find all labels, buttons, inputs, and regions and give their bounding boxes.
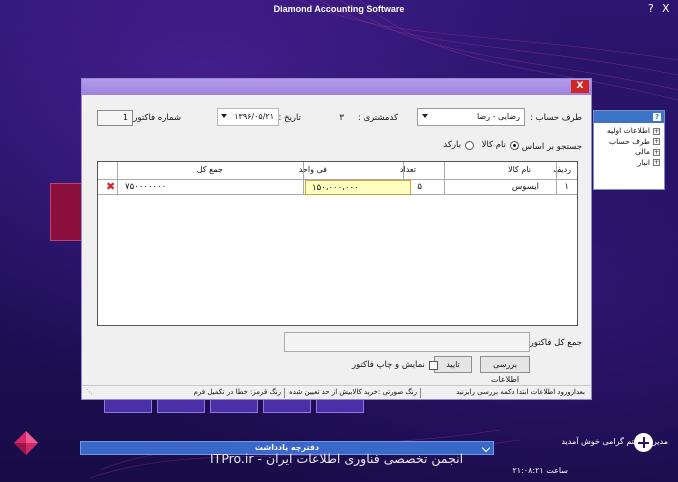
- background-buttons: [104, 398, 364, 413]
- expand-icon[interactable]: +: [653, 159, 660, 167]
- invoice-items-grid[interactable]: ردیف نام کالا تعداد فی واحد جمع کل ۱ ایس…: [97, 161, 578, 326]
- sales-invoice-dialog: X طرف حساب : رضایی - رضا کدمشتری : ۳ تار…: [81, 78, 592, 400]
- time-value: ۲۱:۰۸:۲۱: [512, 466, 544, 475]
- cell-unit-price[interactable]: ۱۵۰،۰۰۰،۰۰۰: [305, 180, 411, 195]
- close-app-button[interactable]: X: [662, 2, 670, 15]
- confirm-button[interactable]: تایید: [434, 356, 472, 373]
- grid-header: [98, 162, 577, 180]
- customer-code-label: کدمشتری :: [357, 113, 398, 123]
- start-menu-icon[interactable]: [634, 433, 653, 452]
- chevron-down-icon: [422, 114, 428, 118]
- invoice-number-label: شماره فاکتور :: [127, 113, 181, 123]
- account-select[interactable]: رضایی - رضا: [417, 108, 525, 126]
- status-hint: بعدازورود اطلاعات ابتدا دکمه بررسی رابزن…: [456, 388, 585, 396]
- invoice-number-field[interactable]: 1: [97, 110, 133, 126]
- cell-row-number: ۱: [564, 182, 569, 192]
- background-button[interactable]: [157, 398, 205, 413]
- col-divider: [117, 162, 118, 195]
- expand-icon[interactable]: +: [653, 127, 660, 135]
- side-menu-panel: ? + اطلاعات اولیه + طرف حساب + مالی + انبار: [593, 110, 665, 190]
- expand-icon[interactable]: +: [653, 138, 660, 146]
- background-button[interactable]: [263, 398, 311, 413]
- chevron-down-icon[interactable]: [481, 443, 491, 453]
- customer-code-value: ۳: [339, 113, 344, 123]
- col-divider: [303, 162, 304, 195]
- background-button[interactable]: [104, 398, 152, 413]
- search-option-barcode[interactable]: بارکد: [443, 140, 474, 150]
- status-red-legend: رنگ قرمز: خطا در تکمیل فرم: [193, 388, 281, 396]
- background-button[interactable]: [210, 398, 258, 413]
- side-menu-item-basic-info[interactable]: + اطلاعات اولیه: [598, 126, 660, 137]
- help-icon[interactable]: ?: [653, 113, 661, 121]
- radio-unselected[interactable]: [465, 140, 474, 150]
- help-icon[interactable]: ?: [648, 2, 654, 15]
- status-separator: [284, 388, 285, 398]
- radio-selected[interactable]: [510, 140, 519, 150]
- dialog-statusbar: بعدازورود اطلاعات ابتدا دکمه بررسی رابزن…: [82, 385, 591, 399]
- resize-grip-icon[interactable]: ⋰: [86, 388, 93, 397]
- delete-row-icon[interactable]: ✖: [106, 181, 115, 192]
- status-pink-legend: رنگ صورتی :خرید کالابیش از حد تعیین شده: [289, 388, 417, 396]
- print-invoice-option[interactable]: نمایش و چاپ فاکتور: [352, 360, 438, 370]
- col-divider: [556, 162, 557, 195]
- cell-total: ۷۵۰۰۰۰۰۰۰: [125, 182, 167, 192]
- diamond-logo-icon: [14, 431, 38, 455]
- background-panel: [50, 183, 84, 241]
- date-label: تاریخ :: [278, 113, 301, 123]
- clock: ساعت ۲۱:۰۸:۲۱: [513, 466, 569, 475]
- print-invoice-checkbox[interactable]: [428, 360, 438, 370]
- col-header-name: نام کالا: [508, 165, 531, 174]
- dialog-titlebar: X: [82, 79, 591, 95]
- status-separator: [420, 388, 421, 398]
- side-menu-item-warehouse[interactable]: + انبار: [598, 158, 660, 169]
- invoice-total-field: [284, 332, 530, 352]
- side-menu-header: ?: [594, 111, 664, 123]
- col-header-total: جمع کل: [196, 165, 223, 174]
- cell-item-name[interactable]: ایسوس: [512, 182, 539, 192]
- background-button[interactable]: [316, 398, 364, 413]
- chevron-down-icon: [221, 114, 227, 118]
- account-label: طرف حساب :: [530, 113, 582, 123]
- review-button[interactable]: بررسی اطلاعات: [480, 356, 530, 384]
- cell-quantity[interactable]: ۵: [417, 182, 422, 192]
- invoice-total-label: جمع کل فاکتور :: [524, 338, 582, 348]
- app-title: Diamond Accounting Software: [273, 4, 405, 14]
- search-by-label: جستجو بر اساس :: [516, 142, 582, 152]
- expand-icon[interactable]: +: [653, 148, 660, 156]
- side-menu-item-finance[interactable]: + مالی: [598, 147, 660, 158]
- col-divider: [444, 162, 445, 195]
- time-label: ساعت: [546, 466, 568, 475]
- dialog-close-button[interactable]: X: [571, 80, 589, 93]
- date-picker[interactable]: ۱۳۹۶/۰۵/۲۱: [217, 108, 279, 126]
- search-option-name[interactable]: نام کالا: [482, 140, 519, 150]
- watermark: ITPro.ir - انجمن تخصصی فناوری اطلاعات ای…: [210, 451, 464, 466]
- side-menu-item-account[interactable]: + طرف حساب: [598, 137, 660, 148]
